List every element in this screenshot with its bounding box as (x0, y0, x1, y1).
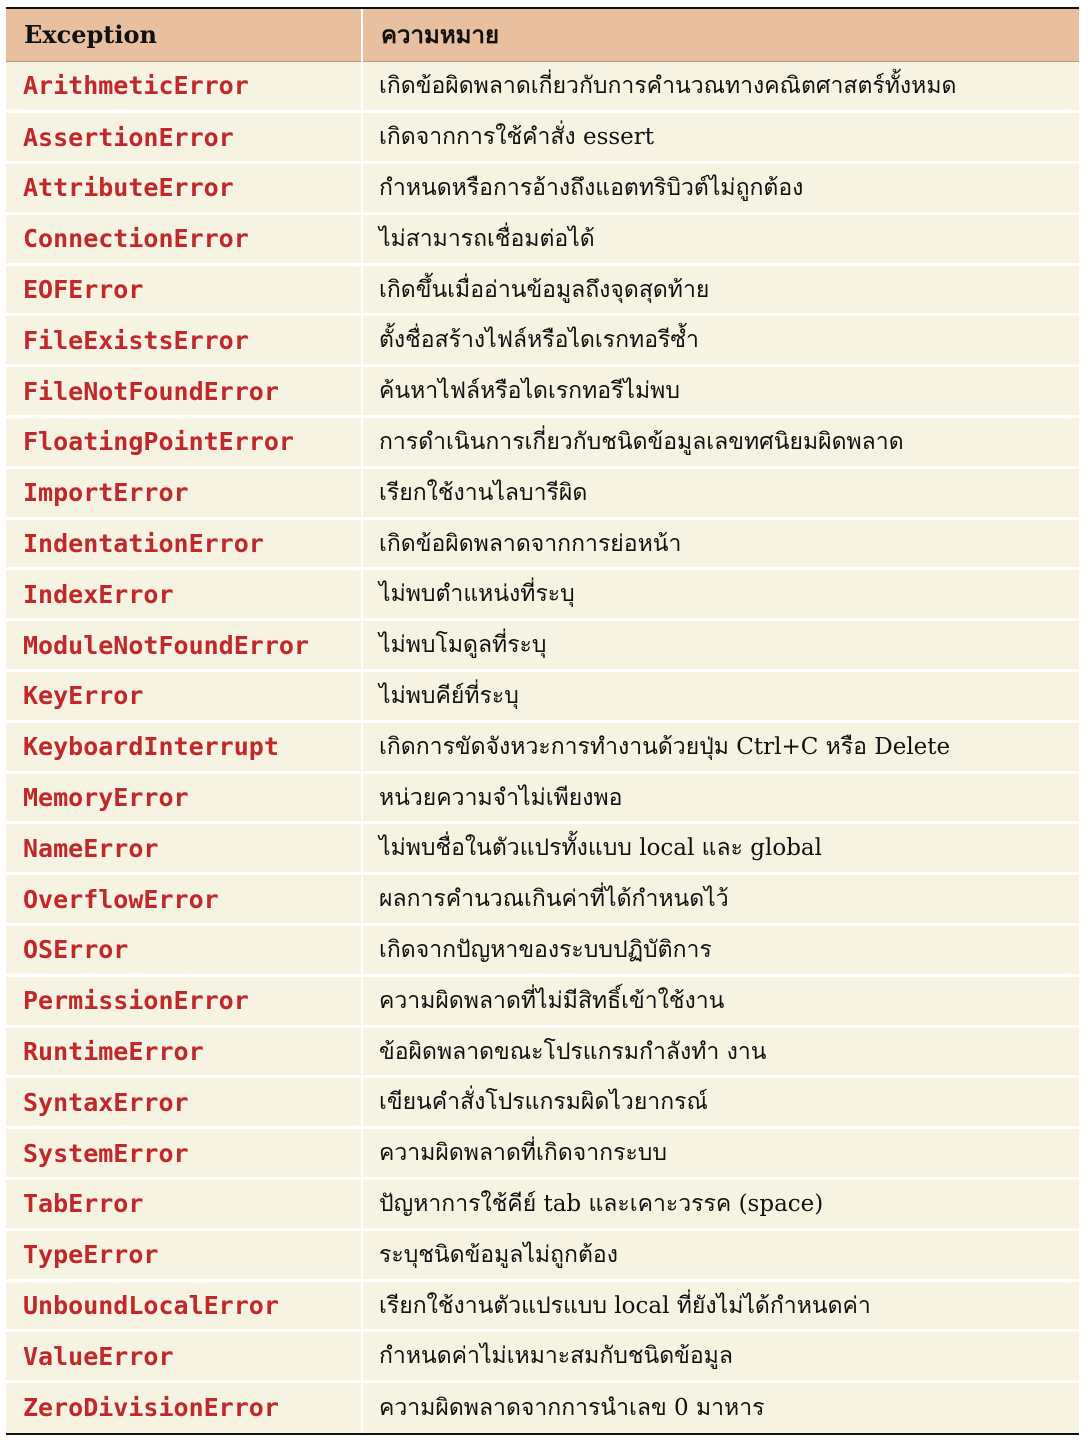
exception-name: NameError (6, 822, 362, 876)
table-row: PermissionError ความผิดพลาดที่ไม่มีสิทธิ์… (6, 975, 1079, 1028)
exception-meaning: ปัญหาการใช้คีย์ tab และเคาะวรรค (space) (361, 1178, 1079, 1231)
exception-name: PermissionError (6, 975, 362, 1028)
table-row: TabError ปัญหาการใช้คีย์ tab และเคาะวรรค … (6, 1178, 1079, 1231)
table-row: KeyboardInterrupt เกิดการขัดจังหวะการทำงา… (6, 721, 1079, 774)
exception-meaning: ไม่พบโมดูลที่ระบุ (361, 619, 1079, 673)
exception-name: ArithmeticError (6, 61, 362, 114)
exception-meaning: การดำเนินการเกี่ยวกับชนิดข้อมูลเลขทศนิยม… (361, 416, 1079, 469)
exception-name: OverflowError (6, 873, 362, 927)
table-row: SystemError ความผิดพลาดที่เกิดจากระบบ (6, 1127, 1079, 1181)
table-row: MemoryError หน่วยความจำไม่เพียงพอ (6, 772, 1079, 825)
exception-name: IndentationError (6, 518, 362, 571)
exception-name: KeyError (6, 670, 362, 723)
exception-name: SyntaxError (6, 1076, 362, 1130)
table-row: TypeError ระบุชนิดข้อมูลไม่ถูกต้อง (6, 1229, 1079, 1282)
table-row: OverflowError ผลการคำนวณเกินค่าที่ได้กำหน… (6, 873, 1079, 927)
table-row: UnboundLocalError เรียกใช้งานตัวแปรแบบ lo… (6, 1280, 1079, 1333)
exception-meaning: ความผิดพลาดที่เกิดจากระบบ (361, 1127, 1079, 1181)
exception-name: FileExistsError (6, 314, 362, 368)
exception-meaning: เกิดข้อผิดพลาดเกี่ยวกับการคำนวณทางคณิตศา… (361, 61, 1079, 114)
exception-meaning: เกิดขึ้นเมื่ออ่านข้อมูลถึงจุดสุดท้าย (361, 264, 1079, 317)
exception-name: FileNotFoundError (6, 365, 362, 419)
exception-meaning: เกิดข้อผิดพลาดจากการย่อหน้า (361, 518, 1079, 571)
table-row: FileNotFoundError ค้นหาไฟล์หรือไดเรกทอรีไ… (6, 365, 1079, 419)
table-row: ValueError กำหนดค่าไม่เหมาะสมกับชนิดข้อมู… (6, 1330, 1079, 1384)
exception-meaning: กำหนดหรือการอ้างถึงแอตทริบิวต์ไม่ถูกต้อง (361, 162, 1079, 215)
exception-name: KeyboardInterrupt (6, 721, 362, 774)
exception-meaning: ไม่พบตำแหน่งที่ระบุ (361, 568, 1079, 622)
exception-name: ValueError (6, 1330, 362, 1384)
exception-name: OSError (6, 924, 362, 977)
table-row: FileExistsError ตั้งชื่อสร้างไฟล์หรือไดเร… (6, 314, 1079, 368)
table-row: EOFError เกิดขึ้นเมื่ออ่านข้อมูลถึงจุดสุด… (6, 264, 1079, 317)
table-row: AttributeError กำหนดหรือการอ้างถึงแอตทริบ… (6, 162, 1079, 215)
exception-name: MemoryError (6, 772, 362, 825)
exception-name: AttributeError (6, 162, 362, 215)
exception-meaning: เรียกใช้งานไลบารีผิด (361, 467, 1079, 520)
table-row: AssertionError เกิดจากการใช้คำสั่ง essert (6, 111, 1079, 165)
exception-name: UnboundLocalError (6, 1280, 362, 1333)
exception-meaning: ค้นหาไฟล์หรือไดเรกทอรีไม่พบ (361, 365, 1079, 419)
exception-meaning: ไม่พบชื่อในตัวแปรทั้งแบบ local และ globa… (361, 822, 1079, 876)
exception-name: TabError (6, 1178, 362, 1231)
table-row: SyntaxError เขียนคำสั่งโปรแกรมผิดไวยากรณ์ (6, 1076, 1079, 1130)
exception-name: RuntimeError (6, 1026, 362, 1079)
exception-meaning: เกิดจากการใช้คำสั่ง essert (361, 111, 1079, 165)
exception-name: ModuleNotFoundError (6, 619, 362, 673)
exception-name: EOFError (6, 264, 362, 317)
exception-name: FloatingPointError (6, 416, 362, 469)
exception-meaning: กำหนดค่าไม่เหมาะสมกับชนิดข้อมูล (361, 1330, 1079, 1384)
exception-meaning: เกิดการขัดจังหวะการทำงานด้วยปุ่ม Ctrl+C … (361, 721, 1079, 774)
table-body: ArithmeticError เกิดข้อผิดพลาดเกี่ยวกับกา… (6, 61, 1079, 1433)
header-meaning: ความหมาย (361, 9, 1079, 62)
exception-meaning: ความผิดพลาดจากการนำเลข 0 มาหาร (361, 1381, 1079, 1433)
exception-meaning: ไม่พบคีย์ที่ระบุ (361, 670, 1079, 723)
exception-table-container: Exception ความหมาย ArithmeticError เกิดข้… (6, 7, 1079, 1435)
table-row: KeyError ไม่พบคีย์ที่ระบุ (6, 670, 1079, 723)
exception-meaning: ข้อผิดพลาดขณะโปรแกรมกำลังทำ งาน (361, 1026, 1079, 1079)
exception-meaning: เขียนคำสั่งโปรแกรมผิดไวยากรณ์ (361, 1076, 1079, 1130)
table-row: FloatingPointError การดำเนินการเกี่ยวกับช… (6, 416, 1079, 469)
table-row: ModuleNotFoundError ไม่พบโมดูลที่ระบุ (6, 619, 1079, 673)
exception-meaning: ระบุชนิดข้อมูลไม่ถูกต้อง (361, 1229, 1079, 1282)
exception-meaning: ไม่สามารถเชื่อมต่อได้ (361, 213, 1079, 266)
exception-name: AssertionError (6, 111, 362, 165)
exception-meaning: เรียกใช้งานตัวแปรแบบ local ที่ยังไม่ได้ก… (361, 1280, 1079, 1333)
table-row: ConnectionError ไม่สามารถเชื่อมต่อได้ (6, 213, 1079, 266)
header-exception: Exception (6, 9, 362, 62)
exception-name: ConnectionError (6, 213, 362, 266)
table-row: NameError ไม่พบชื่อในตัวแปรทั้งแบบ local … (6, 822, 1079, 876)
table-header-row: Exception ความหมาย (6, 9, 1079, 62)
exception-name: ZeroDivisionError (6, 1381, 362, 1433)
table-row: IndexError ไม่พบตำแหน่งที่ระบุ (6, 568, 1079, 622)
table-row: ZeroDivisionError ความผิดพลาดจากการนำเลข … (6, 1381, 1079, 1433)
table-row: ImportError เรียกใช้งานไลบารีผิด (6, 467, 1079, 520)
exception-name: ImportError (6, 467, 362, 520)
table-row: OSError เกิดจากปัญหาของระบบปฏิบัติการ (6, 924, 1079, 977)
exception-meaning: ความผิดพลาดที่ไม่มีสิทธิ์เข้าใช้งาน (361, 975, 1079, 1028)
exception-meaning: ตั้งชื่อสร้างไฟล์หรือไดเรกทอรีซ้ำ (361, 314, 1079, 368)
exception-name: SystemError (6, 1127, 362, 1181)
table-row: IndentationError เกิดข้อผิดพลาดจากการย่อห… (6, 518, 1079, 571)
table-row: ArithmeticError เกิดข้อผิดพลาดเกี่ยวกับกา… (6, 61, 1079, 114)
exception-name: IndexError (6, 568, 362, 622)
exception-meaning: หน่วยความจำไม่เพียงพอ (361, 772, 1079, 825)
exception-table: Exception ความหมาย ArithmeticError เกิดข้… (6, 9, 1079, 1433)
exception-name: TypeError (6, 1229, 362, 1282)
exception-meaning: เกิดจากปัญหาของระบบปฏิบัติการ (361, 924, 1079, 977)
exception-meaning: ผลการคำนวณเกินค่าที่ได้กำหนดไว้ (361, 873, 1079, 927)
table-row: RuntimeError ข้อผิดพลาดขณะโปรแกรมกำลังทำ … (6, 1026, 1079, 1079)
